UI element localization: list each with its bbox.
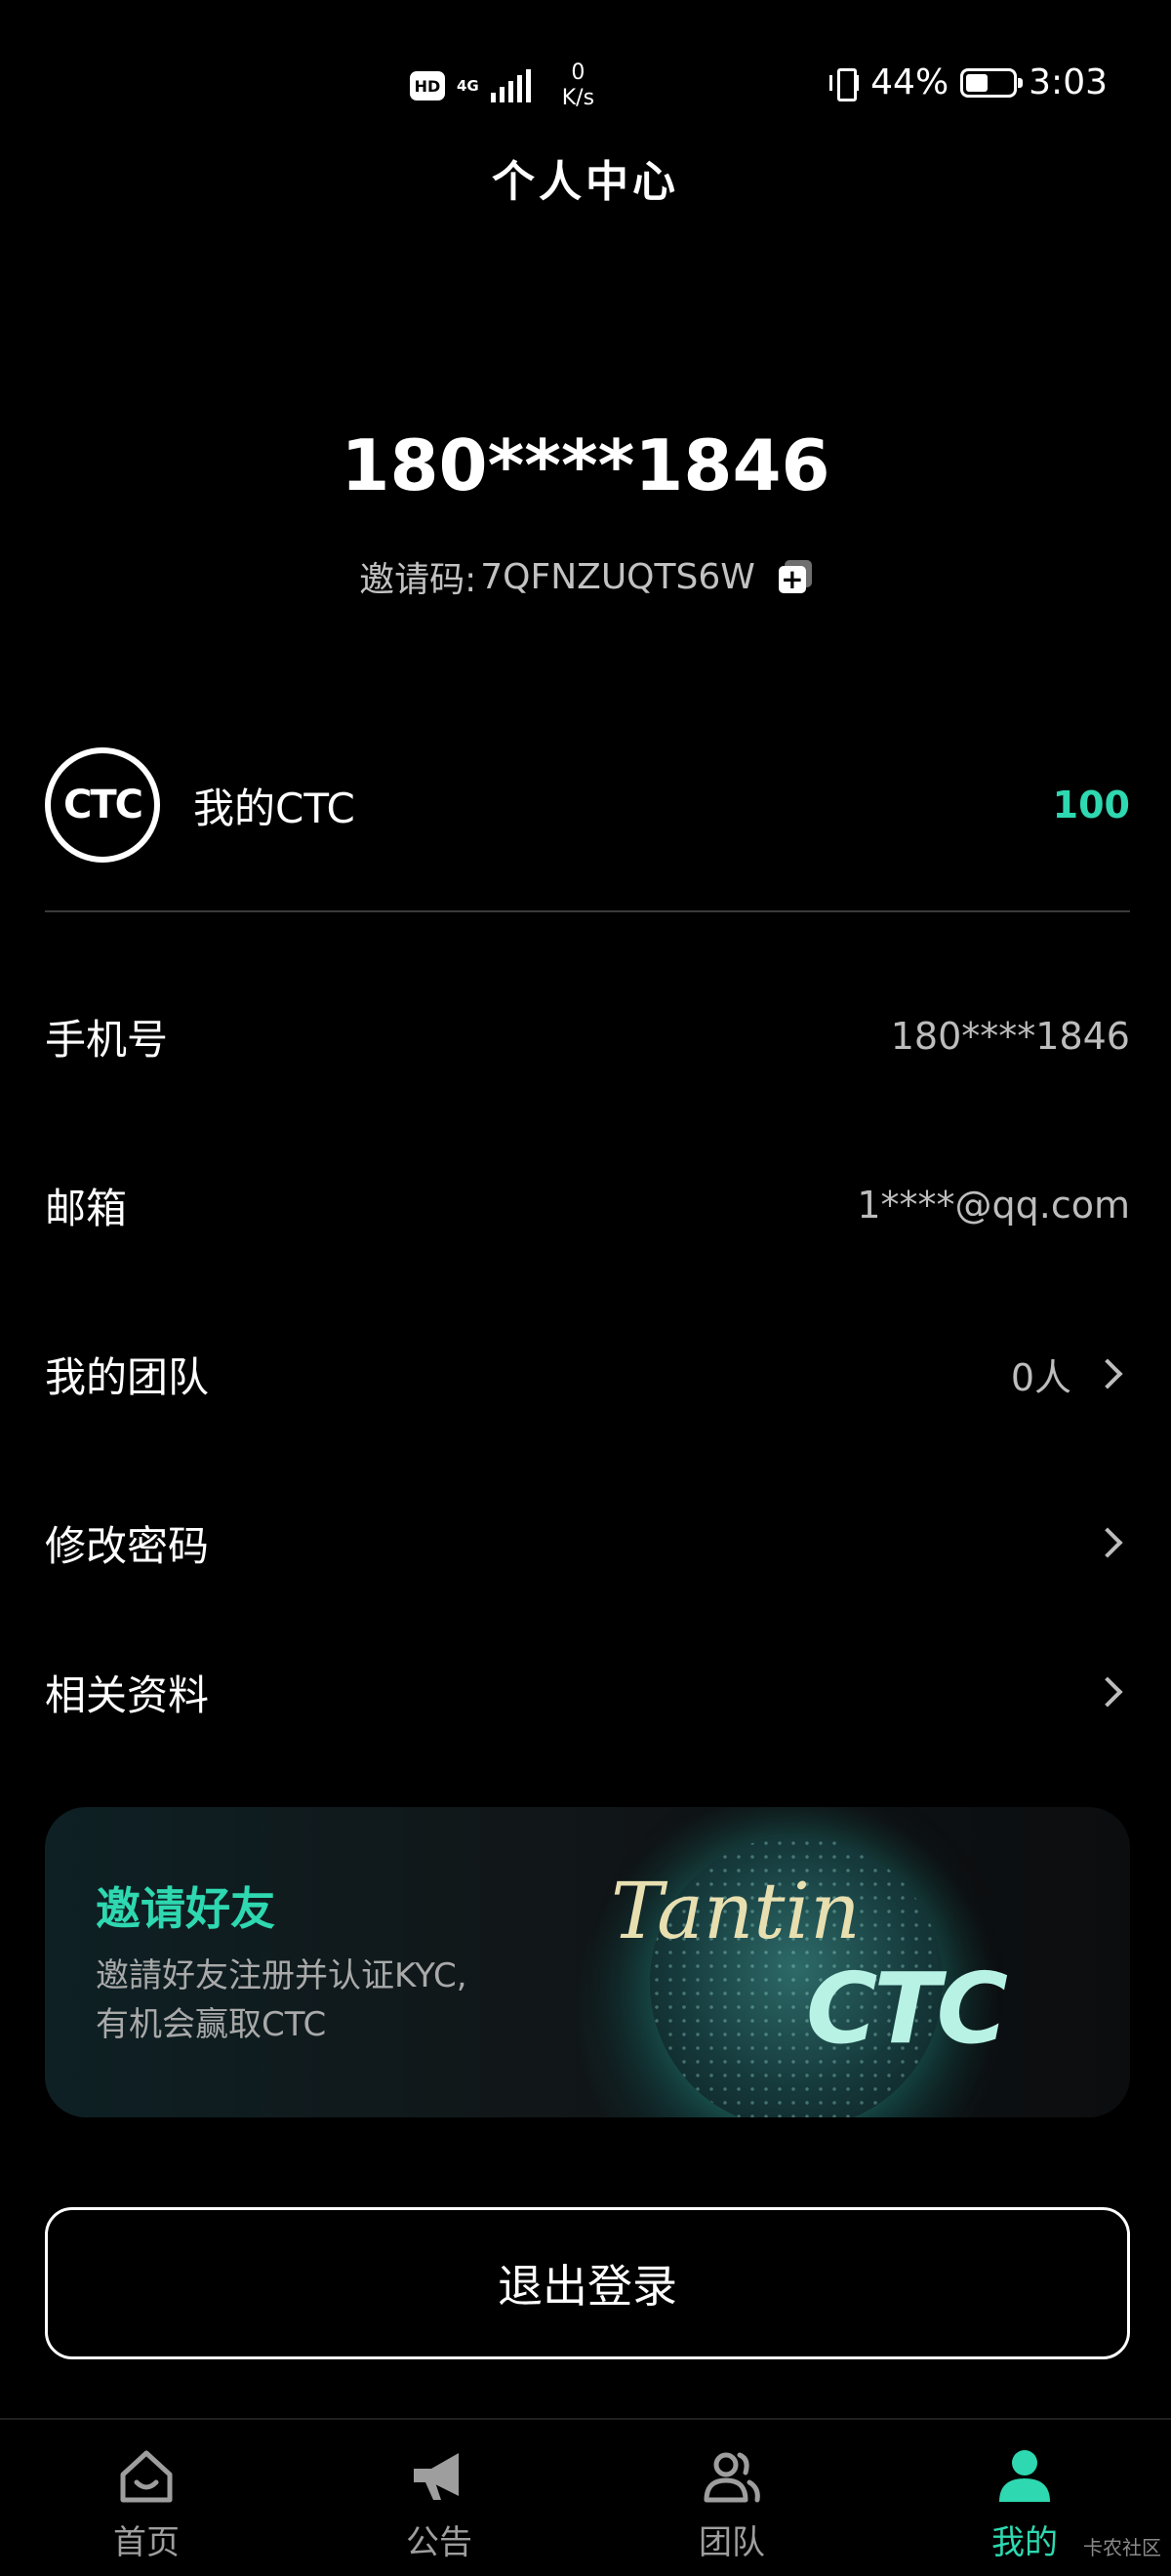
status-right: 44% 3:03 [829,62,1108,102]
banner-brand-ctc: CTC [806,1952,1008,2066]
my-ctc-label: 我的CTC [193,784,355,832]
status-bar: HD 4G 0 K/s 44% 3:03 [0,0,1171,146]
network-speed-unit: K/s [561,86,595,110]
phone-row: 手机号 180****1846 [45,997,1130,1075]
bottom-tab-bar: 首页 公告 团队 我的 [0,2418,1171,2576]
chevron-right-icon [1092,1358,1123,1389]
logout-button[interactable]: 退出登录 [45,2207,1130,2359]
tab-mine-label: 我的 [991,2523,1058,2562]
my-team-label: 我的团队 [45,1352,210,1401]
email-row: 邮箱 1****@qq.com [45,1166,1130,1244]
invite-friends-banner[interactable]: 邀请好友 邀請好友注册并认证KYC, 有机会赢取CTC Tantin CTC [45,1807,1130,2117]
tab-announcements-label: 公告 [406,2523,472,2562]
divider [45,910,1130,912]
my-team-row[interactable]: 我的团队 0人 [45,1335,1130,1413]
battery-percent: 44% [870,62,949,102]
related-docs-row[interactable]: 相关资料 [45,1653,1130,1731]
home-icon [120,2450,173,2503]
banner-title: 邀请好友 [96,1882,275,1935]
chevron-right-icon [1092,1527,1123,1558]
invite-code-row: 邀请码: 7QFNZUQTS6W + [0,551,1171,602]
email-label: 邮箱 [45,1184,128,1232]
my-ctc-balance: 100 [1052,784,1130,826]
status-left: HD 4G 0 K/s [410,60,594,111]
email-value: 1****@qq.com [857,1184,1130,1227]
change-password-label: 修改密码 [45,1521,210,1570]
chevron-right-icon [1092,1676,1123,1708]
battery-icon [960,67,1024,98]
ctc-logo: CTC [45,747,160,863]
change-password-row[interactable]: 修改密码 [45,1504,1130,1582]
network-type: 4G [457,76,479,95]
user-icon [999,2450,1050,2502]
phone-value: 180****1846 [890,1015,1130,1058]
invite-code-label: 邀请码: [359,560,477,600]
invite-code-value: 7QFNZUQTS6W [480,556,755,597]
banner-description-line-2: 有机会赢取CTC [96,2005,327,2044]
phone-label: 手机号 [45,1015,169,1064]
network-speed-value: 0 [571,60,586,85]
banner-description: 邀請好友注册并认证KYC, 有机会赢取CTC [96,1952,603,2049]
tab-announcements[interactable]: 公告 [293,2420,586,2576]
network-speed: 0 K/s [562,60,594,111]
tab-home-label: 首页 [113,2523,180,2562]
megaphone-icon [414,2453,459,2500]
user-phone: 180****1846 [341,424,830,506]
watermark: 卡农社区 [1083,2536,1161,2559]
banner-description-line-1: 邀請好友注册并认证KYC, [96,1956,467,1995]
banner-brand-tantin: Tantin [611,1866,861,1956]
team-icon [704,2452,760,2503]
page-title: 个人中心 [492,157,679,207]
clock: 3:03 [1029,62,1108,102]
tab-team[interactable]: 团队 [586,2420,878,2576]
my-team-count: 0人 [1010,1355,1071,1399]
related-docs-label: 相关资料 [45,1670,210,1719]
tab-team-label: 团队 [699,2523,765,2562]
signal-icon [490,69,531,102]
my-ctc-row[interactable]: CTC 我的CTC 100 [45,742,1130,868]
hd-badge: HD [410,71,445,101]
tab-home[interactable]: 首页 [0,2420,293,2576]
vibrate-icon [829,66,860,101]
copy-icon[interactable]: + [778,560,812,593]
